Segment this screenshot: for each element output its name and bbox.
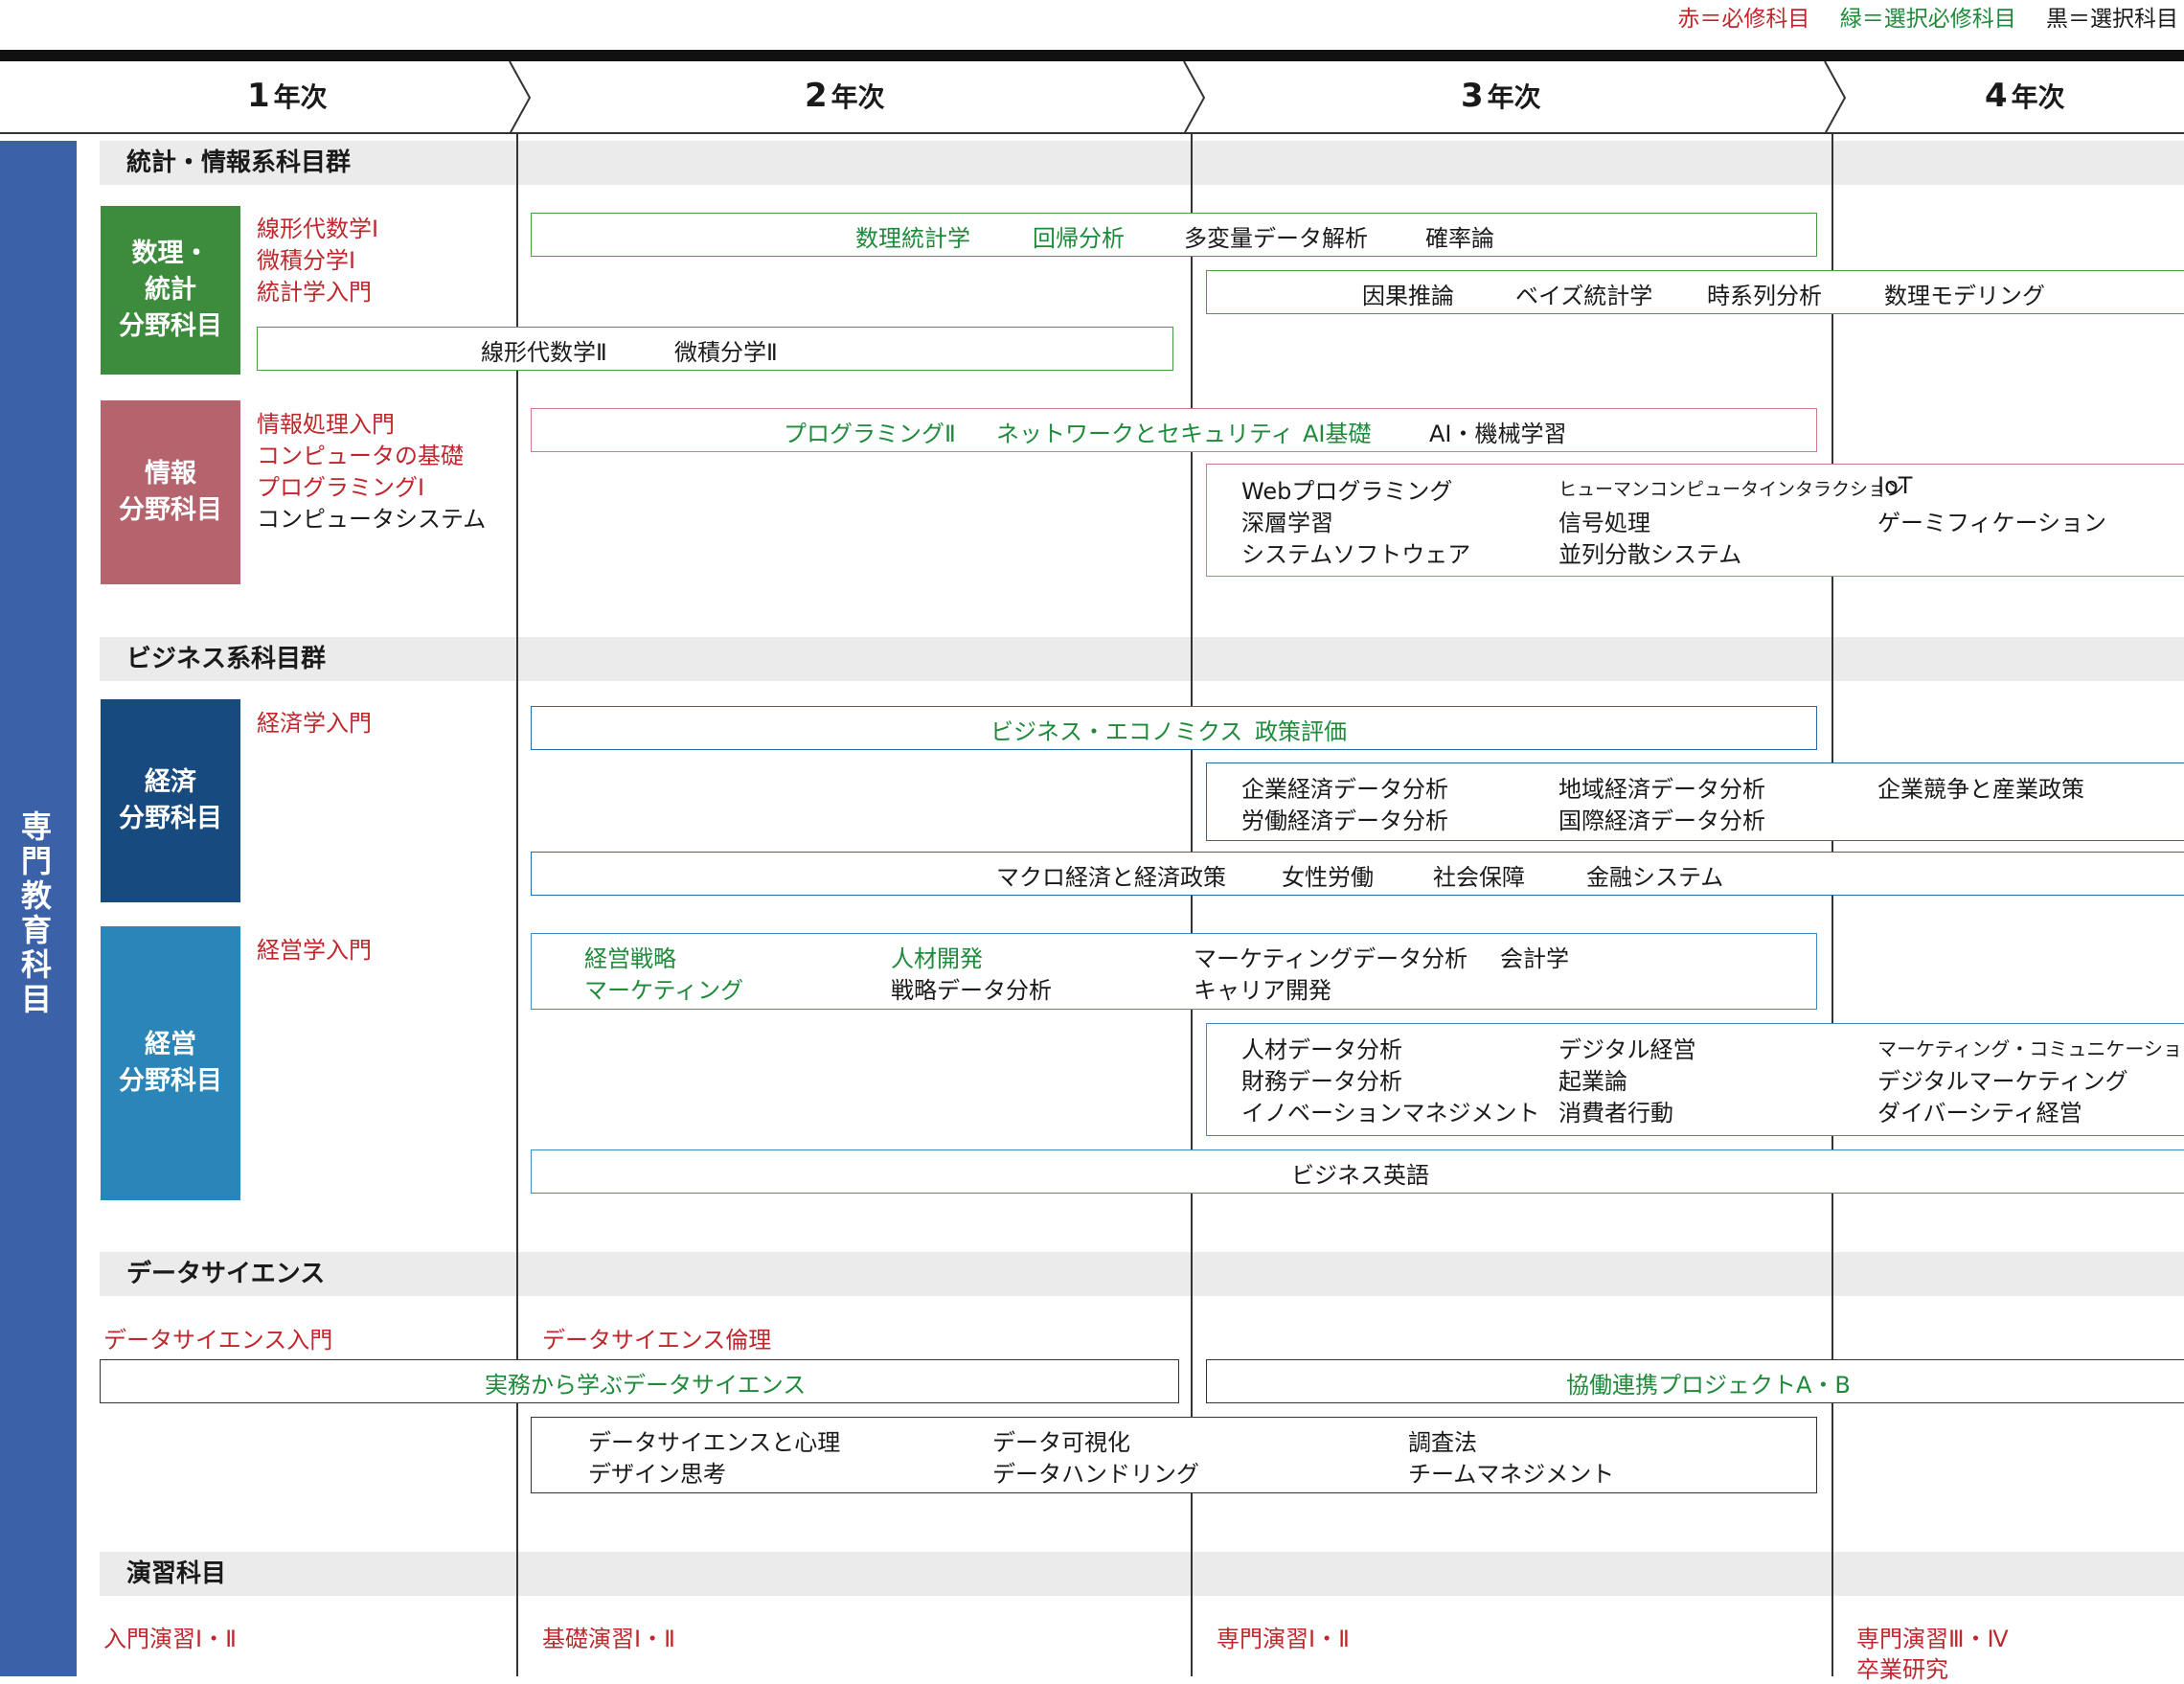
legend-required: 赤＝必修科目	[1677, 7, 1810, 32]
mgmt-y2-g3: 人材開発	[891, 945, 983, 972]
section-practice: 演習科目	[100, 1552, 2184, 1596]
info-y3-c2b: 信号処理	[1558, 510, 1650, 536]
mgmt-y3-c2a: デジタル経営	[1558, 1036, 1696, 1063]
practice-y4b: 卒業研究	[1856, 1656, 1948, 1683]
econ-y3-c3a: 企業競争と産業政策	[1877, 776, 2084, 803]
mgmt-y3-c3c: ダイバーシティ経営	[1877, 1100, 2082, 1126]
mgmt-y2-b4: 会計学	[1500, 945, 1569, 972]
info-block: 情報 分野科目	[101, 400, 240, 584]
econ-y3-c2b: 国際経済データ分析	[1558, 808, 1765, 834]
econ-all-1: マクロ経済と経済政策	[996, 864, 1226, 891]
mgmt-y3-c1c: イノベーションマネジメント	[1241, 1100, 1540, 1126]
math-y1-2: 微積分学Ⅱ	[674, 339, 778, 366]
math-req-1: 線形代数学Ⅰ	[257, 216, 379, 242]
econ-y3-c1b: 労働経済データ分析	[1241, 808, 1448, 834]
info-opt-1: コンピュータシステム	[257, 506, 487, 533]
year-divider-3	[1831, 134, 1833, 1676]
info-req-3: プログラミングⅠ	[257, 474, 425, 501]
math-block: 数理・ 統計 分野科目	[101, 206, 240, 375]
ds-b6: チームマネジメント	[1408, 1461, 1615, 1488]
mgmt-y2-b3: キャリア開発	[1194, 977, 1331, 1004]
year-band	[0, 61, 2184, 134]
econ-all-2: 女性労働	[1282, 864, 1374, 891]
mgmt-y2-b2: マーケティングデータ分析	[1194, 945, 1468, 972]
info-y3-c1c: システムソフトウェア	[1241, 541, 1471, 568]
year-3-label: 3 年次	[1461, 77, 1541, 115]
ds-req-2: データサイエンス倫理	[542, 1327, 772, 1354]
ds-g1: 実務から学ぶデータサイエンス	[485, 1372, 807, 1399]
section-data-science: データサイエンス	[100, 1252, 2184, 1296]
ds-g2: 協働連携プロジェクトA・B	[1566, 1372, 1851, 1399]
info-y3-c1a: Webプログラミング	[1241, 478, 1453, 505]
info-y3-c3b: ゲーミフィケーション	[1877, 510, 2107, 536]
econ-block: 経済 分野科目	[101, 699, 240, 902]
econ-all-4: 金融システム	[1586, 864, 1724, 891]
ds-b1: データサイエンスと心理	[588, 1429, 841, 1456]
math-y3-4: 数理モデリング	[1884, 283, 2045, 309]
mgmt-y2-b1: 戦略データ分析	[891, 977, 1052, 1004]
mgmt-block: 経営 分野科目	[101, 926, 240, 1200]
info-req-2: コンピュータの基礎	[257, 443, 464, 469]
practice-y3: 専門演習Ⅰ・Ⅱ	[1217, 1626, 1350, 1652]
year-4-label: 4 年次	[1985, 77, 2065, 115]
mgmt-y3-c2b: 起業論	[1558, 1068, 1627, 1095]
ds-b4: データハンドリング	[992, 1461, 1199, 1488]
ds-b5: 調査法	[1408, 1429, 1477, 1456]
legend: 赤＝必修科目 緑＝選択必修科目 黒＝選択科目	[1654, 0, 2178, 33]
math-req-2: 微積分学Ⅰ	[257, 247, 356, 274]
econ-y3-c1a: 企業経済データ分析	[1241, 776, 1448, 803]
math-y3-2: ベイズ統計学	[1515, 283, 1653, 309]
ds-b2: デザイン思考	[588, 1461, 726, 1488]
mgmt-y2-g2: マーケティング	[584, 977, 744, 1004]
mgmt-y3-c3a: マーケティング・コミュニケーション	[1877, 1037, 2184, 1060]
math-y1-1: 線形代数学Ⅱ	[481, 339, 607, 366]
mgmt-y3-c1a: 人材データ分析	[1241, 1036, 1402, 1063]
info-y2-b1: AI・機械学習	[1429, 421, 1567, 447]
legend-elective-required: 緑＝選択必修科目	[1839, 7, 2016, 32]
legend-elective: 黒＝選択科目	[2046, 7, 2178, 32]
info-y3-c1b: 深層学習	[1241, 510, 1333, 536]
info-y2-g2: ネットワークとセキュリティ	[996, 421, 1294, 447]
info-y3-c2a: ヒューマンコンピュータインタラクション	[1558, 479, 1905, 500]
section-business: ビジネス系科目群	[100, 637, 2184, 681]
math-y2-b1: 多変量データ解析	[1184, 225, 1368, 252]
info-y3-c3a: IoT	[1877, 472, 1913, 499]
ds-b3: データ可視化	[992, 1429, 1130, 1456]
ds-req-1: データサイエンス入門	[103, 1327, 333, 1354]
info-req-1: 情報処理入門	[257, 411, 395, 438]
info-y2-g1: プログラミングⅡ	[784, 421, 956, 447]
mgmt-y3-c1b: 財務データ分析	[1241, 1068, 1402, 1095]
info-y2-g3: AI基礎	[1303, 421, 1372, 447]
econ-y3-c2a: 地域経済データ分析	[1558, 776, 1765, 803]
practice-y4a: 専門演習Ⅲ・Ⅳ	[1856, 1626, 2009, 1652]
section-stats-info: 統計・情報系科目群	[100, 141, 2184, 185]
math-y3-1: 因果推論	[1362, 283, 1454, 309]
math-req-3: 統計学入門	[257, 279, 372, 306]
practice-y2: 基礎演習Ⅰ・Ⅱ	[542, 1626, 675, 1652]
math-y2-box	[531, 213, 1817, 257]
econ-req-1: 経済学入門	[257, 710, 372, 737]
math-y2-g2: 回帰分析	[1033, 225, 1125, 252]
econ-y2-g2: 政策評価	[1255, 718, 1347, 745]
math-y3-3: 時系列分析	[1707, 283, 1822, 309]
practice-y1: 入門演習Ⅰ・Ⅱ	[103, 1626, 237, 1652]
econ-y2-g1: ビジネス・エコノミクス	[990, 718, 1243, 745]
math-y2-g1: 数理統計学	[855, 225, 970, 252]
math-y2-b2: 確率論	[1425, 225, 1494, 252]
top-bar	[0, 50, 2184, 61]
mgmt-y3-c2c: 消費者行動	[1558, 1100, 1673, 1126]
mgmt-y3-c3b: デジタルマーケティング	[1877, 1068, 2128, 1095]
mgmt-all-1: ビジネス英語	[1291, 1162, 1429, 1189]
sidebar-label: 専門教育科目	[20, 808, 52, 1017]
econ-all-3: 社会保障	[1433, 864, 1525, 891]
info-y3-c2c: 並列分散システム	[1558, 541, 1742, 568]
mgmt-req-1: 経営学入門	[257, 937, 372, 964]
mgmt-y2-g1: 経営戦略	[584, 945, 676, 972]
year-2-label: 2 年次	[805, 77, 885, 115]
year-1-label: 1 年次	[247, 77, 328, 115]
